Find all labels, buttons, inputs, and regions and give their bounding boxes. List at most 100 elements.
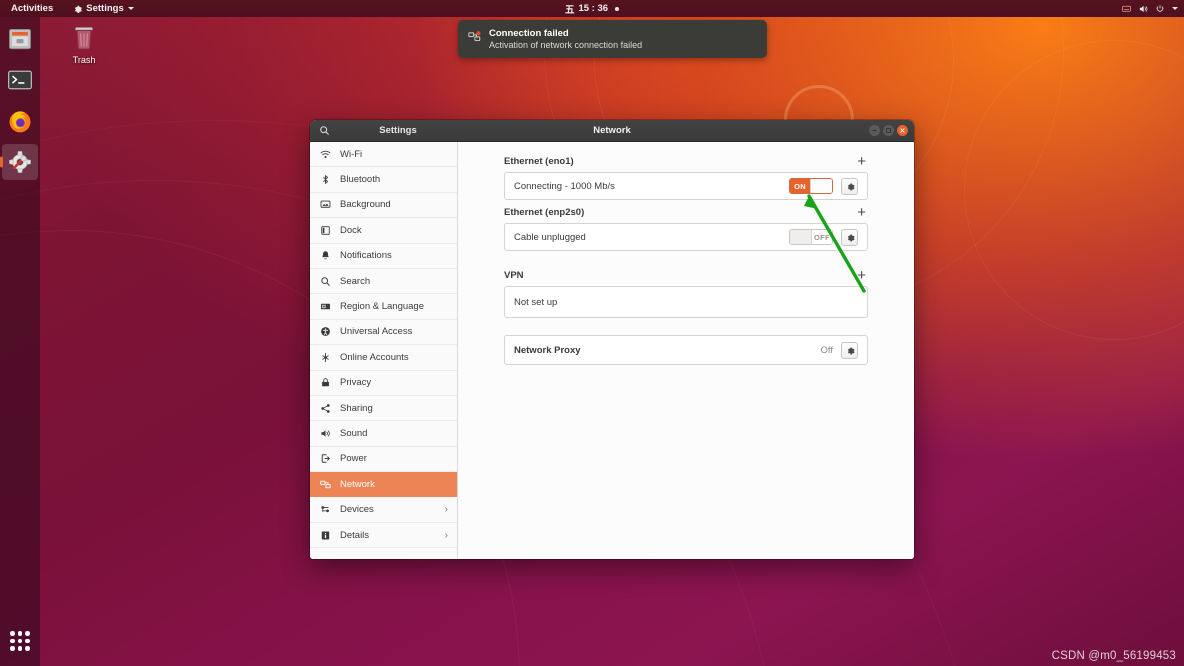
network-error-icon <box>468 30 481 48</box>
grid-dot <box>25 631 30 636</box>
sidebar-item-search[interactable]: Search <box>310 269 457 294</box>
search-icon[interactable] <box>310 125 338 136</box>
ethernet-enp2s0-toggle[interactable]: OFF <box>789 229 833 245</box>
desktop-icon-trash[interactable]: Trash <box>62 24 106 65</box>
caret-down-icon <box>128 7 134 10</box>
section-header-ethernet-enp2s0: Ethernet (enp2s0) + <box>504 207 868 218</box>
sidebar-item-label: Sharing <box>340 403 373 414</box>
ethernet-enp2s0-status: Cable unplugged <box>514 232 586 243</box>
sidebar-item-label: Universal Access <box>340 326 412 337</box>
bell-icon <box>319 250 332 261</box>
notification-banner[interactable]: Connection failed Activation of network … <box>458 20 767 58</box>
dock-item-firefox[interactable] <box>2 103 38 139</box>
sidebar-item-label: Devices <box>340 504 374 515</box>
sidebar-item-dock[interactable]: Dock <box>310 218 457 243</box>
grid-dot <box>10 631 15 636</box>
keyboard-icon[interactable] <box>1122 4 1131 13</box>
vpn-row: Not set up <box>504 286 868 318</box>
settings-window: Settings Network Wi-Fi <box>310 120 914 559</box>
bluetooth-icon <box>319 174 332 185</box>
settings-sidebar: Wi-Fi Bluetooth Background Dock <box>310 142 458 559</box>
ethernet-eno1-status: Connecting - 1000 Mb/s <box>514 181 615 192</box>
sidebar-item-online-accounts[interactable]: Online Accounts <box>310 345 457 370</box>
notification-title: Connection failed <box>489 28 642 39</box>
sidebar-item-details[interactable]: Details › <box>310 523 457 548</box>
grid-dot <box>10 646 15 651</box>
sidebar-item-label: Sound <box>340 428 367 439</box>
background-icon <box>319 199 332 210</box>
privacy-lock-icon <box>319 377 332 388</box>
maximize-icon[interactable] <box>883 125 894 136</box>
window-title-bar: Settings Network <box>310 120 914 142</box>
ubuntu-dock <box>0 17 40 666</box>
volume-icon[interactable] <box>1138 4 1148 14</box>
ethernet-eno1-row: Connecting - 1000 Mb/s ON <box>504 172 868 200</box>
accessibility-icon <box>319 326 332 337</box>
clock-time-label: 15 : 36 <box>578 3 608 14</box>
sidebar-item-devices[interactable]: Devices › <box>310 497 457 522</box>
sidebar-item-background[interactable]: Background <box>310 193 457 218</box>
ethernet-eno1-gear-button[interactable] <box>841 178 858 195</box>
network-icon <box>319 479 332 490</box>
vpn-status: Not set up <box>514 297 557 308</box>
ethernet-enp2s0-gear-button[interactable] <box>841 229 858 246</box>
sidebar-item-label: Online Accounts <box>340 352 409 363</box>
notification-dot-icon <box>615 7 619 11</box>
trash-label: Trash <box>73 55 96 65</box>
sidebar-item-sound[interactable]: Sound <box>310 421 457 446</box>
clock-day-label: 五 <box>565 2 575 16</box>
add-vpn-button[interactable]: + <box>855 271 868 281</box>
power-icon[interactable] <box>1155 4 1165 14</box>
grid-dot <box>25 639 30 644</box>
sidebar-item-region-language[interactable]: Region & Language <box>310 294 457 319</box>
wifi-icon <box>319 149 332 160</box>
grid-dot <box>25 646 30 651</box>
grid-dot <box>10 639 15 644</box>
sidebar-item-network[interactable]: Network <box>310 472 457 497</box>
sidebar-item-privacy[interactable]: Privacy <box>310 371 457 396</box>
clock-area[interactable]: 五 15 : 36 <box>565 2 619 16</box>
sidebar-item-bluetooth[interactable]: Bluetooth <box>310 167 457 192</box>
sound-icon <box>319 428 332 439</box>
sidebar-item-wifi[interactable]: Wi-Fi <box>310 142 457 167</box>
show-applications-button[interactable] <box>3 624 37 658</box>
dock-item-terminal[interactable] <box>2 62 38 98</box>
add-ethernet-enp2s0-button[interactable]: + <box>855 208 868 218</box>
notification-body: Activation of network connection failed <box>489 40 642 50</box>
sidebar-item-label: Notifications <box>340 250 392 261</box>
network-proxy-status: Off <box>821 345 834 356</box>
close-icon[interactable] <box>897 125 908 136</box>
add-ethernet-eno1-button[interactable]: + <box>855 157 868 167</box>
sidebar-item-universal-access[interactable]: Universal Access <box>310 320 457 345</box>
gnome-top-bar: Activities Settings 五 15 : 36 <box>0 0 1184 17</box>
sidebar-item-power[interactable]: Power <box>310 447 457 472</box>
details-icon <box>319 530 332 541</box>
watermark-label: CSDN @m0_56199453 <box>1052 650 1176 662</box>
app-menu-settings[interactable]: Settings <box>68 2 138 15</box>
activities-button[interactable]: Activities <box>6 2 58 15</box>
sidebar-item-label: Background <box>340 199 391 210</box>
sidebar-item-label: Power <box>340 453 367 464</box>
sidebar-item-notifications[interactable]: Notifications <box>310 244 457 269</box>
online-accounts-icon <box>319 352 332 363</box>
system-menu-caret-down-icon[interactable] <box>1172 7 1178 10</box>
network-proxy-gear-button[interactable] <box>841 342 858 359</box>
settings-gear-icon <box>73 4 82 13</box>
devices-icon <box>319 504 332 515</box>
ethernet-eno1-toggle[interactable]: ON <box>789 178 833 194</box>
minimize-icon[interactable] <box>869 125 880 136</box>
dock-item-files[interactable] <box>2 21 38 57</box>
system-status-area[interactable] <box>1122 4 1178 14</box>
network-proxy-row[interactable]: Network Proxy Off <box>504 335 868 365</box>
section-header-vpn: VPN + <box>504 270 868 281</box>
activities-label: Activities <box>11 3 53 14</box>
section-title: VPN <box>504 270 524 281</box>
sidebar-item-sharing[interactable]: Sharing <box>310 396 457 421</box>
network-proxy-label: Network Proxy <box>514 345 581 356</box>
dock-item-settings[interactable] <box>2 144 38 180</box>
dock-icon <box>319 225 332 236</box>
sidebar-item-label: Dock <box>340 225 362 236</box>
grid-dot <box>18 639 23 644</box>
app-menu-label: Settings <box>86 3 123 14</box>
toggle-label-off: OFF <box>812 230 832 244</box>
